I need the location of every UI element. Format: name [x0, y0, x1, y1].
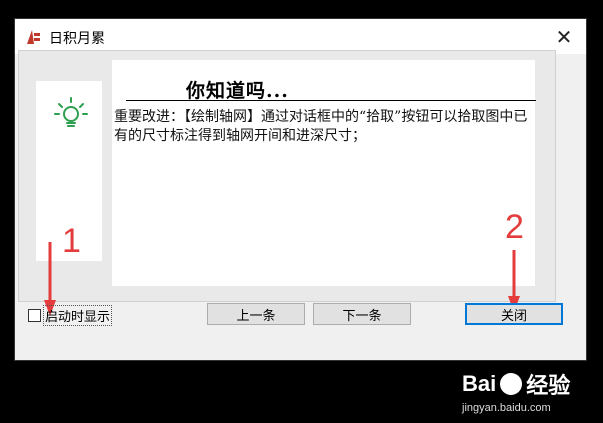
checkbox-box[interactable] [28, 309, 41, 322]
prev-tip-button[interactable]: 上一条 [207, 303, 305, 325]
watermark-brand-suffix: 经验 [526, 373, 571, 398]
close-window-button[interactable]: ✕ [542, 19, 586, 54]
baidu-paw-icon [500, 373, 523, 395]
next-tip-button[interactable]: 下一条 [313, 303, 411, 325]
close-button[interactable]: 关闭 [465, 303, 563, 325]
window-title: 日积月累 [49, 31, 105, 47]
lightbulb-icon [54, 97, 88, 127]
heading-divider [126, 100, 536, 101]
tip-heading: 你知道吗... [186, 80, 289, 102]
watermark-url: jingyan.baidu.com [462, 402, 551, 414]
baidu-watermark: Bai 经验 jingyan.baidu.com [462, 368, 570, 414]
app-logo-icon [27, 30, 40, 44]
show-on-startup-checkbox[interactable]: 启动时显示 [28, 305, 113, 326]
title-bar: 日积月累 ✕ [15, 19, 586, 54]
checkbox-label: 启动时显示 [42, 305, 113, 326]
annotation-number-1: 1 [62, 222, 81, 260]
watermark-brand: Bai [462, 371, 497, 396]
tip-body-text: 重要改进：【绘制轴网】通过对话框中的“拾取”按钮可以拾取图中已有的尺寸标注得到轴… [114, 109, 528, 144]
tip-text-area [112, 60, 535, 286]
annotation-number-2: 2 [505, 208, 524, 246]
